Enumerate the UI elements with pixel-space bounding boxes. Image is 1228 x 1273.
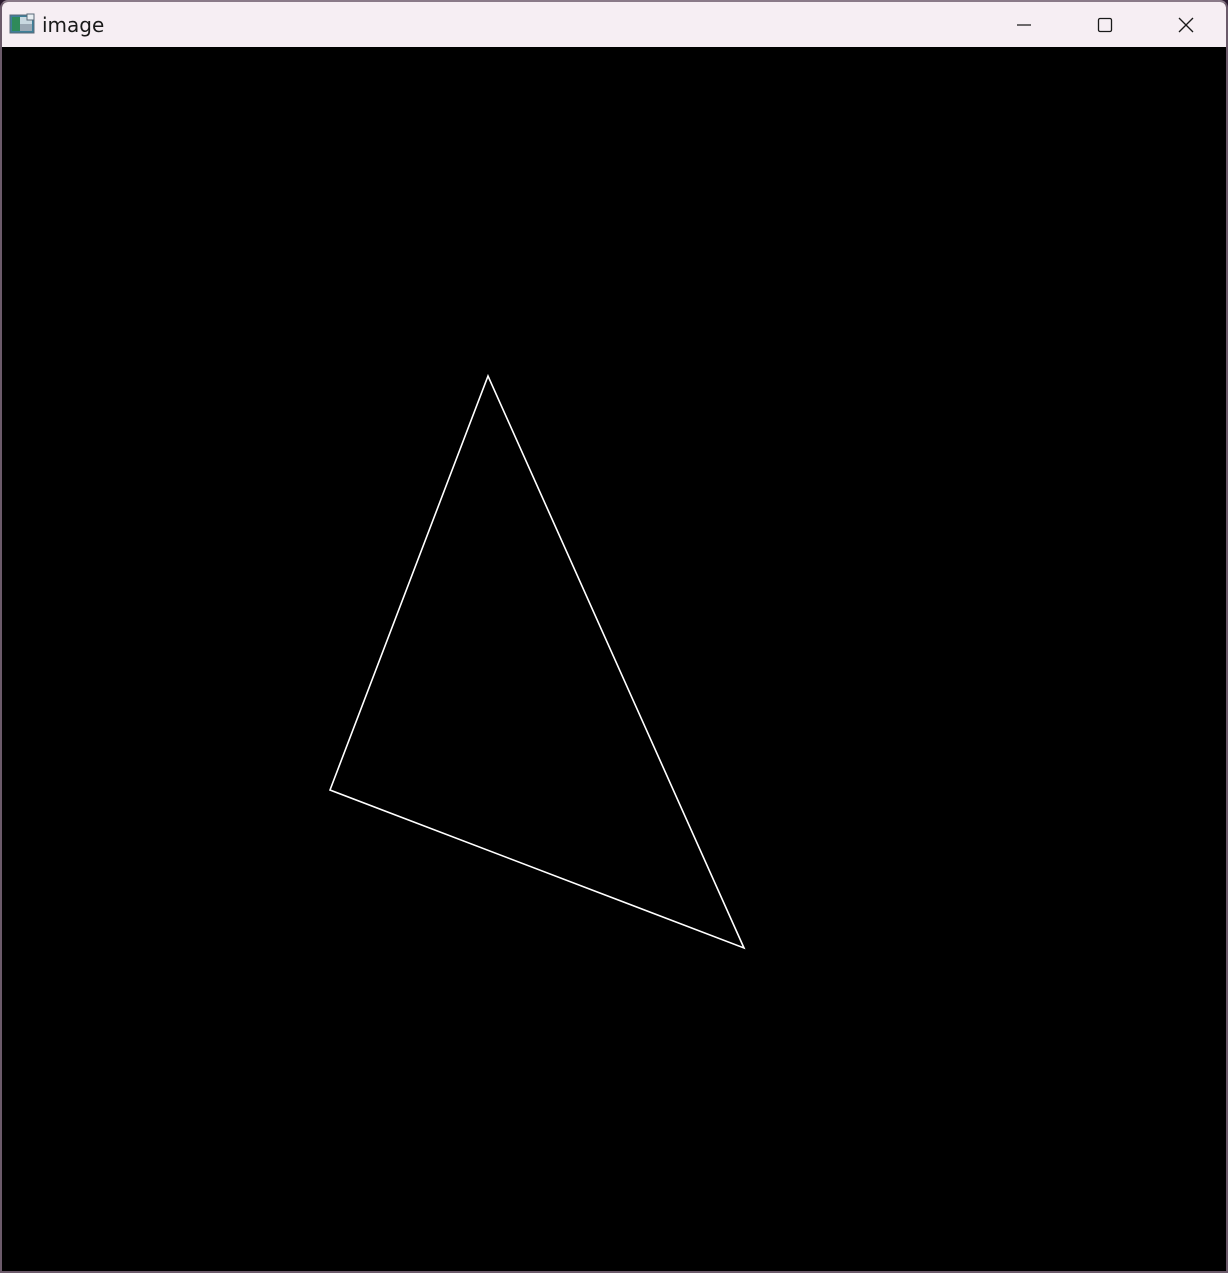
maximize-icon <box>1097 17 1113 33</box>
close-button[interactable] <box>1146 2 1226 47</box>
window-title: image <box>42 13 105 37</box>
minimize-icon <box>1016 17 1032 33</box>
minimize-button[interactable] <box>984 2 1064 47</box>
triangle-outline <box>328 373 746 950</box>
canvas-drawing <box>328 373 746 950</box>
close-icon <box>1178 17 1194 33</box>
title-bar[interactable]: image <box>2 2 1226 47</box>
maximize-button[interactable] <box>1065 2 1145 47</box>
app-window: image <box>0 0 1228 1273</box>
image-canvas <box>2 47 1226 1271</box>
image-viewer-icon <box>9 13 35 35</box>
